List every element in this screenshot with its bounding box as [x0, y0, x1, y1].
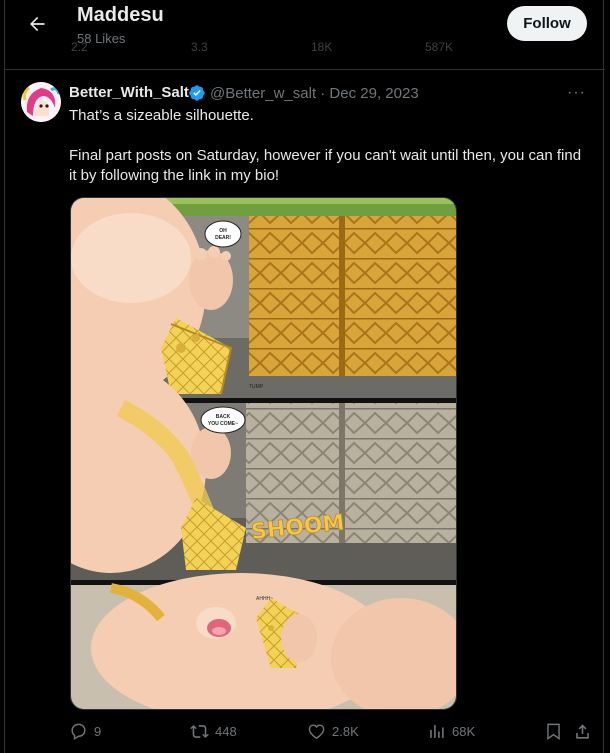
timeline-column: Maddesu 58 Likes 2.2 3.3 18K 587K Follow… — [4, 0, 605, 753]
ghost-stat: 18K — [311, 40, 333, 54]
comic-illustration: OH DEAR! TUMP BACK YOU COME~ SHOOM AHHH~ — [71, 198, 456, 709]
svg-text:YOU COME~: YOU COME~ — [208, 421, 238, 427]
like-button[interactable]: 2.8K — [307, 722, 359, 741]
reply-button[interactable]: 9 — [69, 722, 101, 741]
svg-text:DEAR!: DEAR! — [215, 235, 231, 241]
bookmark-button[interactable] — [544, 722, 569, 741]
svg-text:BACK: BACK — [216, 414, 231, 420]
reply-count: 9 — [94, 724, 102, 739]
back-arrow-icon[interactable] — [23, 14, 51, 34]
tweet-line: That’s a sizeable silhouette. — [69, 107, 254, 124]
analytics-icon — [430, 725, 444, 738]
page-header: Maddesu 58 Likes 2.2 3.3 18K 587K Follow — [5, 0, 605, 56]
avatar-image-icon — [21, 82, 61, 122]
avatar[interactable] — [21, 82, 61, 122]
share-button[interactable] — [573, 722, 598, 741]
repost-icon — [190, 725, 209, 738]
sfx-tump: TUMP — [249, 384, 264, 390]
ghost-stat: 2.2 — [71, 40, 88, 54]
svg-text:OH: OH — [219, 228, 227, 234]
divider — [5, 69, 605, 70]
ghost-stat: 587K — [425, 40, 454, 54]
ghost-stat: 3.3 — [191, 40, 208, 54]
views-button[interactable]: 68K — [427, 722, 475, 741]
share-icon — [576, 724, 589, 739]
repost-button[interactable]: 448 — [190, 722, 237, 741]
like-count: 2.8K — [332, 724, 359, 739]
display-name[interactable]: Better_With_Salt — [69, 84, 189, 101]
page-title: Maddesu — [77, 4, 164, 26]
verified-badge-icon — [189, 85, 205, 101]
tweet-line: Final part posts on Saturday, however if… — [69, 147, 582, 184]
tweet-media-image[interactable]: OH DEAR! TUMP BACK YOU COME~ SHOOM AHHH~ — [70, 197, 457, 710]
follow-button[interactable]: Follow — [507, 6, 587, 41]
sfx-ahhh: AHHH~ — [256, 596, 273, 602]
action-bar: 9 448 2.8K 68K — [69, 722, 589, 744]
more-options-icon[interactable]: ··· — [567, 84, 587, 104]
view-count: 68K — [452, 724, 476, 739]
repost-count: 448 — [215, 724, 237, 739]
bookmark-icon — [547, 723, 560, 741]
tweet-text: That’s a sizeable silhouette. Final part… — [69, 106, 589, 186]
heart-icon — [308, 724, 325, 740]
reply-icon — [71, 723, 86, 740]
handle-and-date[interactable]: @Better_w_salt · Dec 29, 2023 — [210, 85, 419, 102]
comic-panel-3: AHHH~ — [71, 573, 456, 709]
